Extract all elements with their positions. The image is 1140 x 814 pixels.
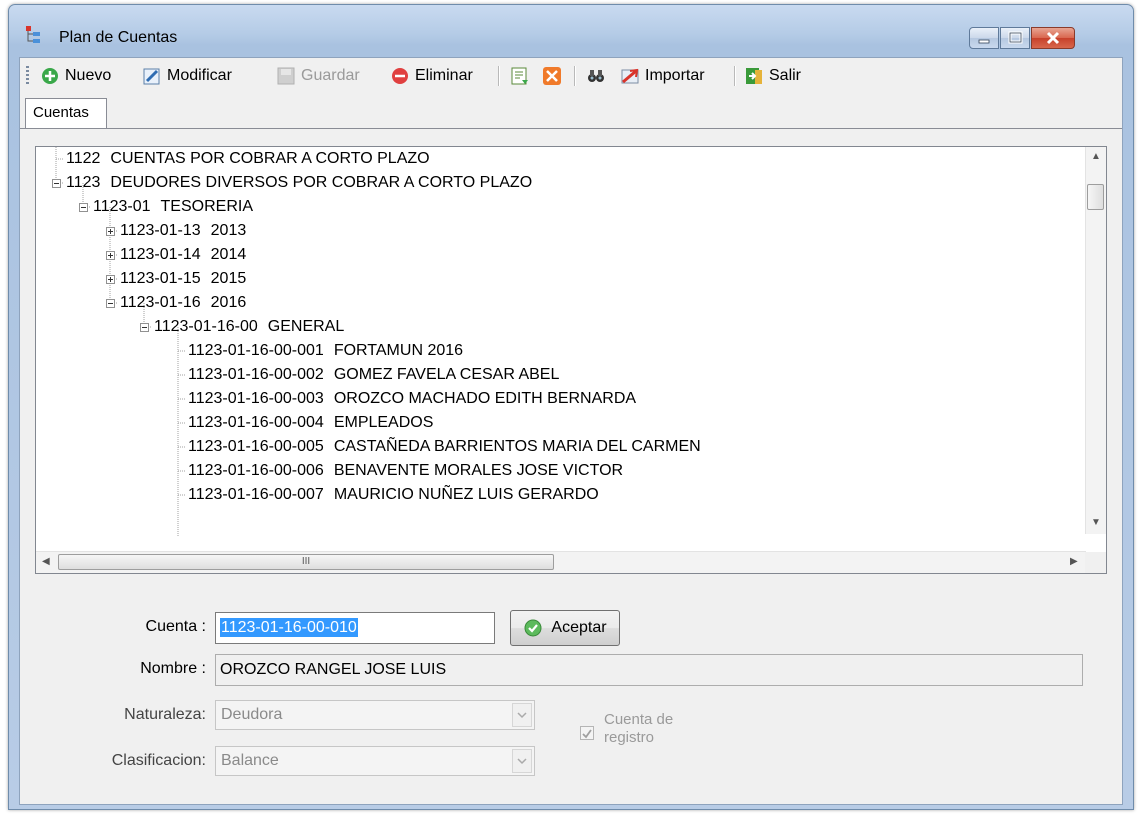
tab-divider xyxy=(20,128,1122,129)
toolbar-separator xyxy=(498,66,500,86)
guardar-label: Guardar xyxy=(301,67,360,84)
importar-label: Importar xyxy=(645,67,705,84)
tree-node[interactable]: 1123-01-16-00-001 FORTAMUN 2016 xyxy=(188,339,463,363)
tree-node[interactable]: 1122 CUENTAS POR COBRAR A CORTO PLAZO xyxy=(66,147,430,171)
scroll-corner xyxy=(1085,552,1106,573)
clasificacion-select[interactable]: Balance xyxy=(215,746,535,776)
vertical-scrollbar[interactable]: ▲ ▼ xyxy=(1085,147,1106,534)
naturaleza-label: Naturaleza: xyxy=(124,706,206,723)
cuenta-registro-checkbox[interactable] xyxy=(580,726,594,740)
eliminar-label: Eliminar xyxy=(415,67,473,84)
accounts-tree[interactable]: 1122 CUENTAS POR COBRAR A CORTO PLAZO 112… xyxy=(35,146,1107,574)
delete-icon xyxy=(390,66,410,86)
cuenta-input[interactable]: 1123-01-16-00-010 xyxy=(215,612,495,644)
exit-door-icon xyxy=(744,66,764,86)
nuevo-label: Nuevo xyxy=(65,67,112,84)
collapse-toggle[interactable] xyxy=(52,179,61,188)
tree-node[interactable]: 1123-01-16-00-003 OROZCO MACHADO EDITH BE… xyxy=(188,387,636,411)
scroll-left-arrow-icon[interactable]: ◀ xyxy=(42,556,50,567)
maximize-icon xyxy=(1008,31,1023,44)
tree-node[interactable]: 1123-01-16-00-004 EMPLEADOS xyxy=(188,411,433,435)
toolbar: Nuevo Modificar Guardar Eliminar Importa… xyxy=(20,58,1122,92)
window-title: Plan de Cuentas xyxy=(59,29,178,46)
vertical-scroll-thumb[interactable] xyxy=(1087,184,1104,210)
expand-toggle[interactable] xyxy=(106,251,115,260)
cuenta-registro-label-line1: Cuenta de xyxy=(604,711,674,728)
tree-node[interactable]: 1123-01-16-00-006 BENAVENTE MORALES JOSE … xyxy=(188,459,623,483)
tree-node[interactable]: 1123-01-16-00-002 GOMEZ FAVELA CESAR ABEL xyxy=(188,363,559,387)
chevron-down-icon xyxy=(512,703,532,727)
aceptar-button[interactable]: Aceptar xyxy=(510,610,620,646)
search-button[interactable] xyxy=(586,64,611,88)
horizontal-scrollbar[interactable]: ◀ III ▶ xyxy=(36,551,1086,573)
toolbar-grip[interactable] xyxy=(26,66,29,86)
scroll-down-arrow-icon[interactable]: ▼ xyxy=(1091,517,1101,528)
nuevo-button[interactable]: Nuevo xyxy=(40,64,111,88)
tree-chart-icon xyxy=(25,25,43,45)
main-window: Plan de Cuentas Nuevo Modificar Guardar … xyxy=(8,4,1134,810)
cancel-icon xyxy=(542,66,562,86)
client-area: Nuevo Modificar Guardar Eliminar Importa… xyxy=(19,57,1123,805)
tree-node[interactable]: 1123-01-15 2015 xyxy=(120,267,246,291)
expand-toggle[interactable] xyxy=(106,275,115,284)
cancel-button[interactable] xyxy=(542,64,567,88)
collapse-toggle[interactable] xyxy=(79,203,88,212)
refresh-button[interactable] xyxy=(510,64,535,88)
close-button[interactable] xyxy=(1031,27,1075,49)
import-icon xyxy=(620,66,640,86)
close-icon xyxy=(1046,31,1060,45)
tree-node[interactable]: 1123-01-16-00-007 MAURICIO NUÑEZ LUIS GER… xyxy=(188,483,599,507)
edit-icon xyxy=(142,66,162,86)
toolbar-separator xyxy=(574,66,576,86)
modificar-button[interactable]: Modificar xyxy=(142,64,232,88)
tree-node[interactable]: 1123-01-16 2016 xyxy=(120,291,246,315)
refresh-sheet-icon xyxy=(510,66,530,86)
salir-button[interactable]: Salir xyxy=(744,64,801,88)
scroll-right-arrow-icon[interactable]: ▶ xyxy=(1070,556,1078,567)
collapse-toggle[interactable] xyxy=(140,323,149,332)
tree-node[interactable]: 1123 DEUDORES DIVERSOS POR COBRAR A CORTO… xyxy=(66,171,532,195)
eliminar-button[interactable]: Eliminar xyxy=(390,64,473,88)
clasificacion-value: Balance xyxy=(221,752,279,769)
aceptar-label: Aceptar xyxy=(551,619,607,636)
modificar-label: Modificar xyxy=(167,67,232,84)
maximize-button[interactable] xyxy=(1000,27,1030,49)
minimize-icon xyxy=(978,39,990,44)
cuenta-registro-label-line2: registro xyxy=(604,729,655,746)
minimize-button[interactable] xyxy=(969,27,999,49)
title-bar[interactable]: Plan de Cuentas xyxy=(9,5,1133,49)
save-icon xyxy=(276,66,296,86)
tree-node[interactable]: 1123-01-16-00 GENERAL xyxy=(154,315,344,339)
tree-node[interactable]: 1123-01-14 2014 xyxy=(120,243,246,267)
nombre-label: Nombre : xyxy=(140,660,206,677)
toolbar-separator xyxy=(734,66,736,86)
horizontal-scroll-thumb[interactable]: III xyxy=(58,554,554,570)
cuenta-label: Cuenta : xyxy=(145,618,206,635)
add-icon xyxy=(40,66,60,86)
binoculars-icon xyxy=(586,66,606,86)
tree-node[interactable]: 1123-01-16-00-005 CASTAÑEDA BARRIENTOS MA… xyxy=(188,435,701,459)
chevron-down-icon xyxy=(512,749,532,773)
check-circle-icon xyxy=(523,618,543,638)
salir-label: Salir xyxy=(769,67,802,84)
checkmark-icon xyxy=(582,729,592,739)
naturaleza-select[interactable]: Deudora xyxy=(215,700,535,730)
collapse-toggle[interactable] xyxy=(106,299,115,308)
guardar-button[interactable]: Guardar xyxy=(276,64,360,88)
nombre-field[interactable]: OROZCO RANGEL JOSE LUIS xyxy=(215,654,1083,686)
importar-button[interactable]: Importar xyxy=(620,64,705,88)
expand-toggle[interactable] xyxy=(106,227,115,236)
scroll-up-arrow-icon[interactable]: ▲ xyxy=(1091,151,1101,162)
tab-cuentas[interactable]: Cuentas xyxy=(25,98,107,128)
tree-node[interactable]: 1123-01-13 2013 xyxy=(120,219,246,243)
cuenta-value: 1123-01-16-00-010 xyxy=(220,618,358,637)
naturaleza-value: Deudora xyxy=(221,706,283,723)
clasificacion-label: Clasificacion: xyxy=(111,752,206,769)
tree-node[interactable]: 1123-01 TESORERIA xyxy=(93,195,253,219)
